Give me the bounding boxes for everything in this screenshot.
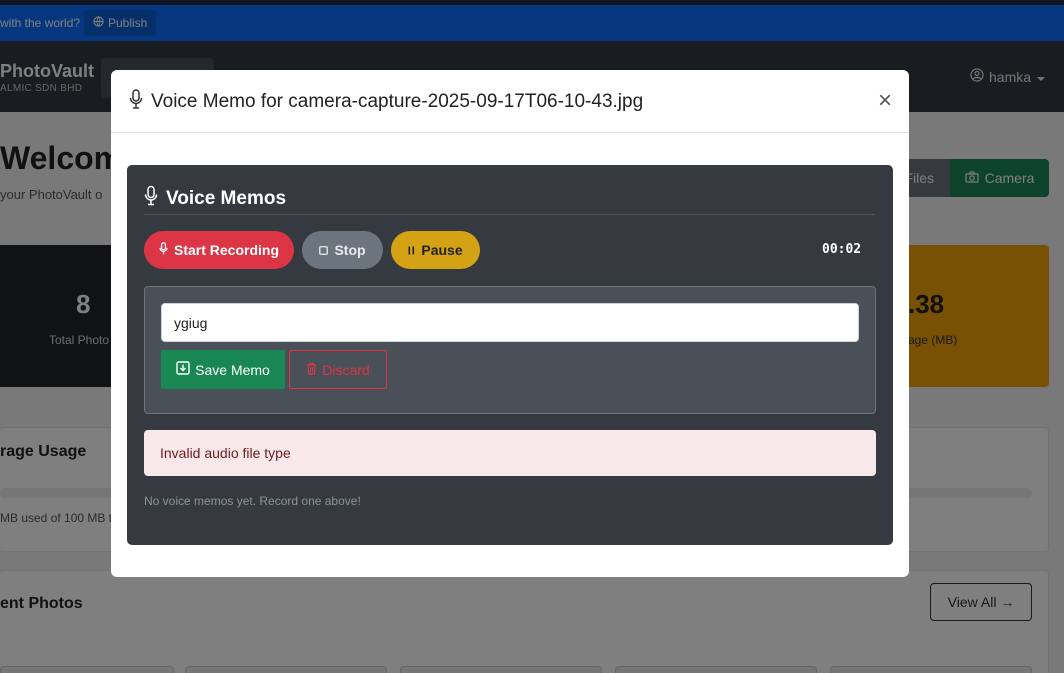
pause-button[interactable]: Pause	[391, 231, 480, 269]
stop-label: Stop	[334, 242, 366, 258]
voice-memos-panel: Voice Memos Start Recording Stop Pause 0…	[127, 165, 893, 545]
save-memo-panel: Save Memo Discard	[144, 286, 876, 414]
modal-header: Voice Memo for camera-capture-2025-09-17…	[111, 70, 909, 133]
microphone-icon	[144, 185, 158, 212]
stop-button[interactable]: Stop	[302, 231, 383, 269]
recording-timer: 00:02	[822, 242, 862, 257]
microphone-icon	[129, 89, 143, 115]
discard-label: Discard	[322, 361, 370, 378]
save-memo-label: Save Memo	[195, 361, 270, 378]
close-icon[interactable]: ×	[873, 89, 897, 114]
start-recording-label: Start Recording	[173, 242, 279, 258]
discard-button[interactable]: Discard	[289, 350, 387, 389]
start-recording-button[interactable]: Start Recording	[144, 231, 294, 269]
trash-icon	[306, 362, 317, 378]
save-icon	[176, 361, 190, 378]
modal-title-text: Voice Memo for camera-capture-2025-09-17…	[151, 91, 644, 112]
pause-icon	[408, 242, 415, 258]
pause-label: Pause	[421, 242, 463, 258]
memo-name-input[interactable]	[161, 303, 859, 342]
voice-memos-heading: Voice Memos	[144, 183, 875, 215]
empty-memos-text: No voice memos yet. Record one above!	[144, 494, 361, 508]
error-alert: Invalid audio file type	[144, 430, 876, 476]
modal-title: Voice Memo for camera-capture-2025-09-17…	[129, 89, 643, 115]
stop-icon	[319, 242, 329, 258]
microphone-icon	[159, 242, 168, 258]
error-message: Invalid audio file type	[160, 445, 291, 461]
voice-memos-heading-text: Voice Memos	[166, 187, 287, 209]
voice-memo-modal: Voice Memo for camera-capture-2025-09-17…	[111, 70, 909, 577]
save-memo-button[interactable]: Save Memo	[161, 350, 285, 389]
